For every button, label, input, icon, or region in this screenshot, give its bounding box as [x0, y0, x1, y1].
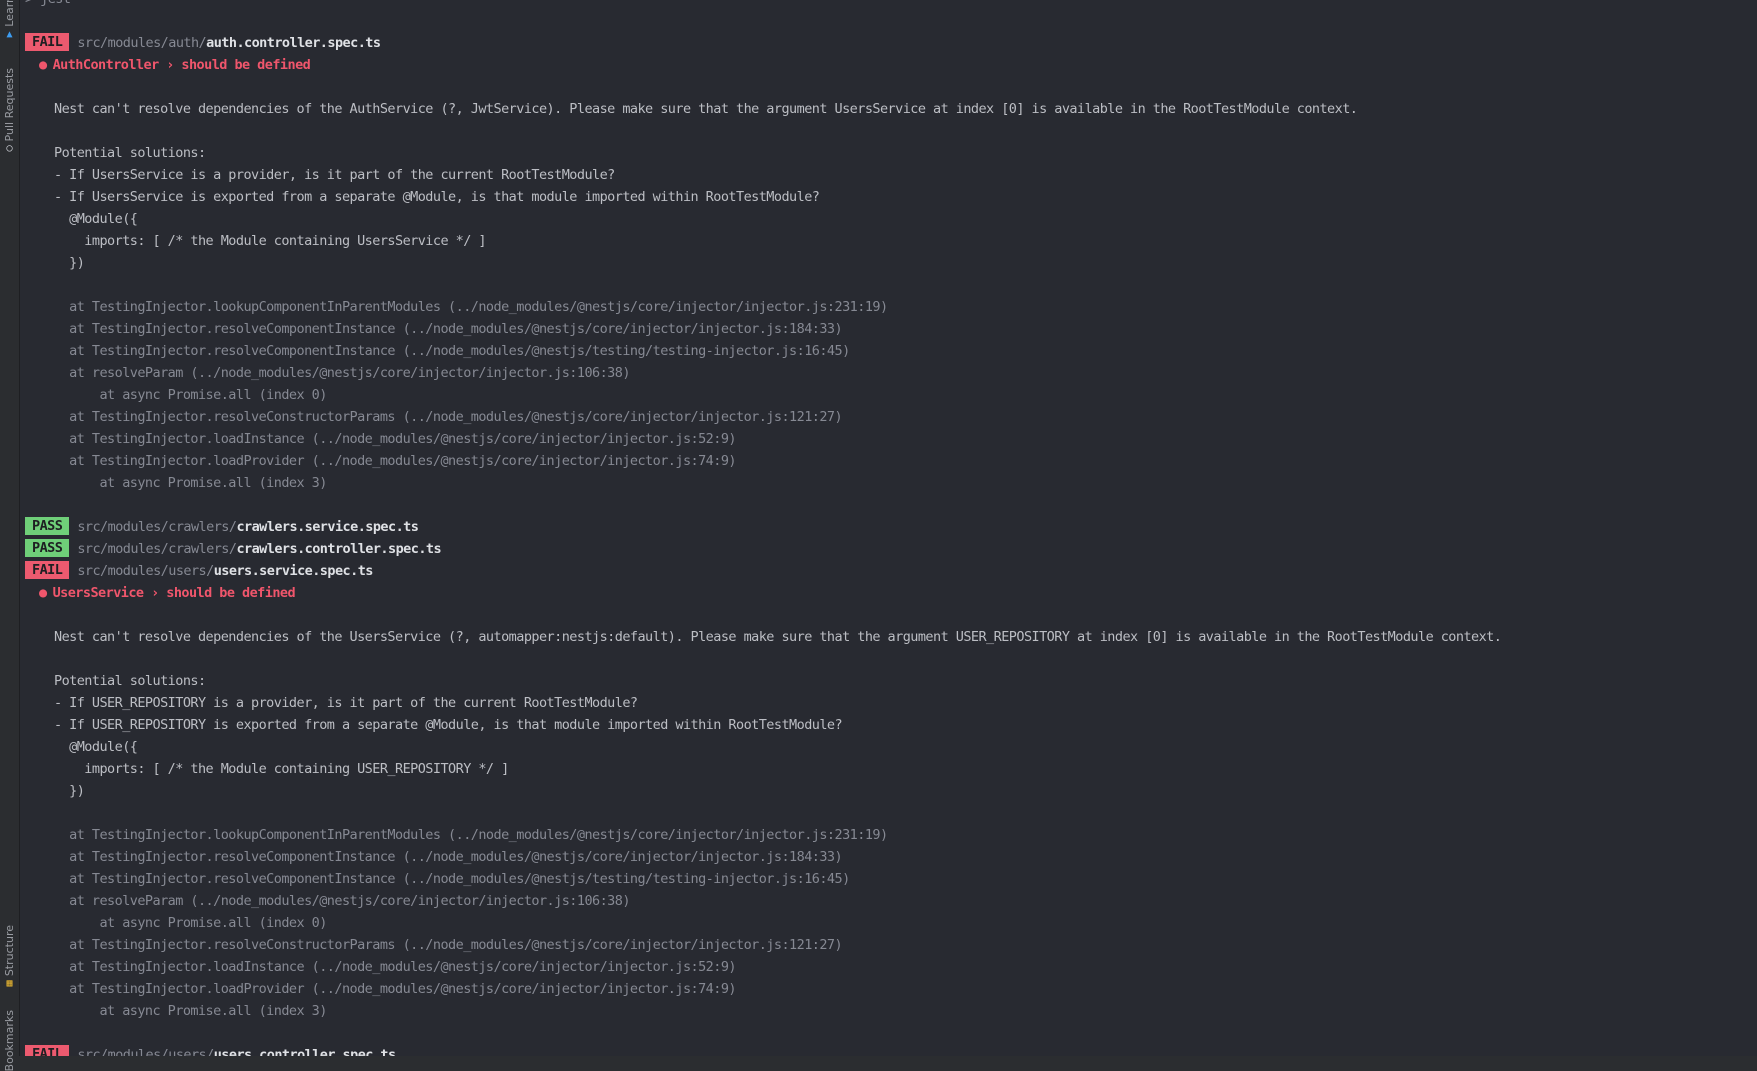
solution-line: @Module({: [54, 739, 138, 755]
stack-trace-line[interactable]: at TestingInjector.loadInstance (../node…: [25, 428, 1501, 450]
suite-file-link[interactable]: crawlers.service.spec.ts: [236, 519, 418, 535]
sidebar-item-label: Structure: [3, 925, 16, 977]
solutions-header: Potential solutions:: [54, 145, 206, 161]
stack-trace-line[interactable]: at TestingInjector.resolveComponentInsta…: [25, 846, 1501, 868]
terminal-lines: > jest FAIL src/modules/auth/auth.control…: [25, 0, 1502, 1056]
failed-test-title: ● UsersService › should be defined: [25, 582, 1501, 604]
command-line: > jest: [25, 0, 1501, 10]
stack-trace-line[interactable]: at resolveParam (../node_modules/@nestjs…: [25, 890, 1501, 912]
test-suite-row: FAIL src/modules/users/users.service.spec…: [25, 560, 1501, 582]
sidebar-item-pull-requests[interactable]: Pull Requests ◯: [0, 68, 19, 155]
stack-trace-line[interactable]: at TestingInjector.loadInstance (../node…: [25, 956, 1501, 978]
failed-test-name: UsersService › should be defined: [52, 585, 296, 601]
solution-line: - If UsersService is a provider, is it p…: [54, 167, 615, 183]
solution-line: imports: [ /* the Module containing User…: [54, 233, 486, 249]
suite-dir: src/modules/users/: [77, 563, 214, 579]
suite-dir: src/modules/auth/: [77, 35, 207, 51]
stack-trace-line[interactable]: at async Promise.all (index 0): [25, 912, 1501, 934]
error-message: Nest can't resolve dependencies of the A…: [54, 101, 1358, 117]
sidebar-item-label: Bookmarks: [3, 1010, 16, 1071]
sidebar-item-bookmarks[interactable]: Bookmarks: [0, 1010, 19, 1071]
suite-file-link[interactable]: users.controller.spec.ts: [214, 1047, 396, 1056]
stack-trace-line[interactable]: at TestingInjector.loadProvider (../node…: [25, 450, 1501, 472]
structure-icon: ▦: [6, 978, 13, 990]
stack-trace-line[interactable]: at TestingInjector.lookupComponentInPare…: [25, 824, 1501, 846]
status-badge: PASS: [25, 517, 70, 535]
suite-dir: src/modules/crawlers/: [77, 519, 237, 535]
stack-trace-line[interactable]: at TestingInjector.loadProvider (../node…: [25, 978, 1501, 1000]
error-bullet-icon: ●: [39, 57, 47, 73]
status-badge: PASS: [25, 539, 70, 557]
solution-line: - If USER_REPOSITORY is exported from a …: [54, 717, 843, 733]
failed-test-title: ● AuthController › should be defined: [25, 54, 1501, 76]
terminal-output[interactable]: > jest FAIL src/modules/auth/auth.control…: [20, 0, 1757, 1056]
test-suite-row: PASS src/modules/crawlers/crawlers.servic…: [25, 516, 1501, 538]
stack-trace-line[interactable]: at resolveParam (../node_modules/@nestjs…: [25, 362, 1501, 384]
test-suite-row: FAIL src/modules/users/users.controller.s…: [25, 1044, 1501, 1056]
error-bullet-icon: ●: [39, 585, 47, 601]
suite-file-link[interactable]: auth.controller.spec.ts: [206, 35, 381, 51]
failed-test-name: AuthController › should be defined: [52, 57, 311, 73]
test-suite-row: FAIL src/modules/auth/auth.controller.spe…: [25, 32, 1501, 54]
stack-trace-line[interactable]: at TestingInjector.resolveConstructorPar…: [25, 406, 1501, 428]
stack-trace-line[interactable]: at TestingInjector.resolveComponentInsta…: [25, 868, 1501, 890]
error-message: Nest can't resolve dependencies of the U…: [54, 629, 1502, 645]
stack-trace-line[interactable]: at async Promise.all (index 0): [25, 384, 1501, 406]
stack-trace-line[interactable]: at TestingInjector.resolveComponentInsta…: [25, 340, 1501, 362]
suite-dir: src/modules/crawlers/: [77, 541, 237, 557]
solutions-header: Potential solutions:: [54, 673, 206, 689]
suite-file-link[interactable]: users.service.spec.ts: [214, 563, 374, 579]
solution-line: - If UsersService is exported from a sep…: [54, 189, 820, 205]
status-badge: FAIL: [25, 561, 70, 579]
solution-line: imports: [ /* the Module containing USER…: [54, 761, 509, 777]
solution-line: }): [54, 255, 85, 271]
suite-file-link[interactable]: crawlers.controller.spec.ts: [236, 541, 441, 557]
test-suite-row: PASS src/modules/crawlers/crawlers.contro…: [25, 538, 1501, 560]
sidebar-item-structure[interactable]: Structure ▦: [0, 925, 19, 990]
status-badge: FAIL: [25, 33, 70, 51]
stack-trace-line[interactable]: at TestingInjector.resolveComponentInsta…: [25, 318, 1501, 340]
graduation-cap-icon: ▲: [6, 28, 13, 40]
stack-trace-line[interactable]: at TestingInjector.lookupComponentInPare…: [25, 296, 1501, 318]
status-badge: FAIL: [25, 1045, 70, 1056]
sidebar-item-label: Pull Requests: [3, 68, 16, 142]
stack-trace-line[interactable]: at async Promise.all (index 3): [25, 472, 1501, 494]
github-icon: ◯: [6, 143, 13, 155]
sidebar-item-learn[interactable]: Learn ▲: [0, 0, 19, 41]
stack-trace-line[interactable]: at TestingInjector.resolveConstructorPar…: [25, 934, 1501, 956]
sidebar-item-label: Learn: [3, 0, 16, 27]
suite-dir: src/modules/users/: [77, 1047, 214, 1056]
solution-line: }): [54, 783, 85, 799]
solution-line: - If USER_REPOSITORY is a provider, is i…: [54, 695, 638, 711]
solution-line: @Module({: [54, 211, 138, 227]
stack-trace-line[interactable]: at async Promise.all (index 3): [25, 1000, 1501, 1022]
tool-window-sidebar: Learn ▲ Pull Requests ◯ Structure ▦ Book…: [0, 0, 20, 1071]
